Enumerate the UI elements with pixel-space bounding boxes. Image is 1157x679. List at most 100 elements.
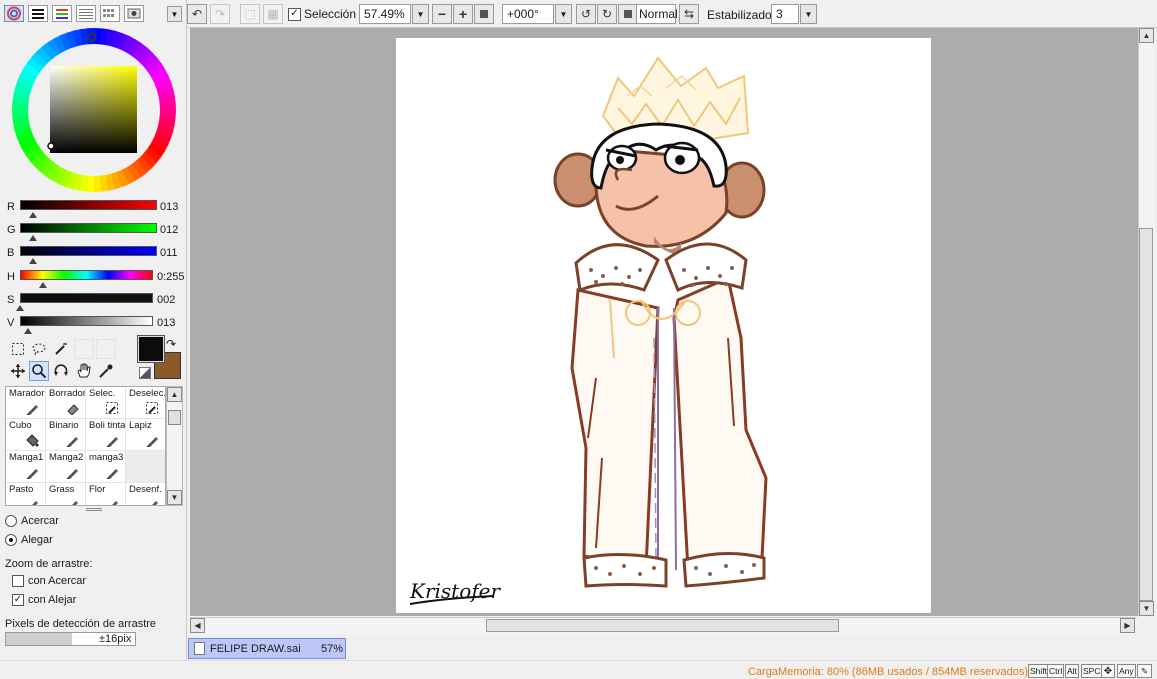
drag-zoom-out-checkbox[interactable]: ✓ [12, 594, 24, 606]
brush-borrador[interactable]: Borrador [46, 387, 86, 419]
square-icon [480, 10, 488, 18]
move-tool[interactable] [8, 361, 28, 381]
stabilizer-dropdown[interactable]: ▼ [800, 4, 817, 24]
empty-brush-slot [126, 451, 165, 483]
rotate-tool[interactable] [51, 361, 71, 381]
v-value: 013 [157, 317, 176, 329]
zoom-dropdown[interactable]: ▼ [412, 4, 429, 24]
stabilizer-field[interactable]: 3 [771, 4, 799, 24]
rotation-dropdown[interactable]: ▼ [555, 4, 572, 24]
selection-checkbox[interactable]: ✓ [288, 7, 301, 21]
rotation-reset-button[interactable] [618, 4, 638, 24]
brush-manga1[interactable]: Manga1 [6, 451, 46, 483]
zoom-out-radio[interactable] [5, 534, 17, 546]
brush-pasto[interactable]: Pasto [6, 483, 46, 505]
brush-flor[interactable]: Flor [86, 483, 126, 505]
scroll-right-button[interactable]: ▶ [1120, 618, 1135, 633]
brush-label: Cubo [9, 420, 32, 431]
drag-zoom-out-option[interactable]: ✓ con Alejar [12, 594, 76, 606]
select-brush-icon [106, 402, 118, 414]
hsv-slider-tab[interactable] [52, 5, 72, 22]
drag-zoom-in-option[interactable]: con Acercar [12, 575, 86, 587]
redo-icon: ↷ [214, 7, 226, 21]
brush-label: manga3 [89, 452, 124, 463]
document-tab[interactable]: FELIPE DRAW.sai 57% [188, 638, 346, 659]
primary-color-swatch[interactable] [137, 335, 165, 363]
brush-lapiz[interactable]: Lapiz [126, 419, 165, 451]
brush-label: Pasto [9, 484, 34, 495]
scroll-down-button[interactable]: ▼ [167, 490, 182, 505]
s-slider[interactable]: S 002 [0, 293, 187, 315]
horizontal-scrollbar[interactable]: ◀ ▶ [190, 617, 1137, 634]
panel-menu-dropdown[interactable]: ▼ [167, 6, 182, 22]
shift-key-indicator: Shift [1028, 664, 1050, 678]
zoom-in-option[interactable]: Acercar [5, 515, 59, 527]
hand-tool[interactable] [74, 361, 94, 381]
binary-pen-icon [66, 437, 78, 447]
brush-manga2[interactable]: Manga2 [46, 451, 86, 483]
drag-zoom-in-checkbox[interactable] [12, 575, 24, 587]
zoom-reset-button[interactable] [474, 4, 494, 24]
eyedropper-tool[interactable] [96, 361, 116, 381]
r-label: R [7, 201, 15, 213]
scroll-left-button[interactable]: ◀ [190, 618, 205, 633]
lasso-tool[interactable] [29, 339, 49, 359]
v-slider[interactable]: V 013 [0, 316, 187, 338]
rotate-cw-button[interactable]: ↻ [597, 4, 617, 24]
g-slider[interactable]: G 012 [0, 223, 187, 245]
brush-boli-tinta[interactable]: Boli tinta [86, 419, 126, 451]
brush-manga3[interactable]: manga3 [86, 451, 126, 483]
reset-colors-icon[interactable] [139, 367, 151, 379]
swatch-tab[interactable] [76, 5, 96, 22]
h-slider[interactable]: H 0:255 [0, 270, 187, 292]
undo-button[interactable]: ↶ [187, 4, 207, 24]
color-wheel[interactable] [10, 26, 178, 194]
b-slider[interactable]: B 011 [0, 246, 187, 268]
color-wheel-tab[interactable] [4, 5, 24, 22]
selection-toggle[interactable]: ✓ Selección [288, 7, 356, 21]
brush-marador[interactable]: Marador [6, 387, 46, 419]
zoom-tool[interactable] [29, 361, 49, 381]
brush-selec[interactable]: Selec. [86, 387, 126, 419]
r-slider[interactable]: R 013 [0, 200, 187, 222]
drag-zoom-in-label: con Acercar [28, 575, 87, 587]
zoom-out-button[interactable]: − [432, 4, 452, 24]
rect-select-tool[interactable] [8, 339, 28, 359]
swap-colors-icon[interactable]: ↷ [166, 337, 176, 351]
vertical-scrollbar[interactable]: ▲ ▼ [1138, 28, 1154, 616]
palette-tab[interactable] [100, 5, 120, 22]
zoom-in-button[interactable]: + [453, 4, 473, 24]
invert-selection-button[interactable]: ▦ [263, 4, 283, 24]
canvas-viewport[interactable]: Kristofer [190, 28, 1138, 616]
brush-deselec[interactable]: Deselec. [126, 387, 165, 419]
rgb-slider-tab[interactable] [28, 5, 48, 22]
scroll-down-button[interactable]: ▼ [1139, 601, 1154, 616]
deselect-button[interactable]: ⬚ [240, 4, 260, 24]
canvas-paper[interactable]: Kristofer [396, 38, 931, 613]
left-panel: R 013 G 012 B 011 H 0:255 S 002 V 013 ↷ … [0, 0, 187, 660]
view-mode-field[interactable]: Normal [636, 4, 678, 24]
zoom-field[interactable]: 57.49% [359, 4, 411, 24]
panel-resize-grip[interactable] [86, 508, 102, 511]
zoom-in-radio[interactable] [5, 515, 17, 527]
brush-grass[interactable]: Grass [46, 483, 86, 505]
redo-button[interactable]: ↷ [210, 4, 230, 24]
flip-view-button[interactable]: ⇆ [679, 4, 699, 24]
brush-palette-scrollbar[interactable]: ▲ ▼ [166, 386, 183, 506]
drag-pixels-slider[interactable]: ±16pix [5, 632, 136, 646]
vertical-scroll-thumb[interactable] [1139, 228, 1153, 601]
scroll-thumb[interactable] [168, 410, 181, 425]
scroll-up-button[interactable]: ▲ [167, 387, 182, 402]
brush-desenf[interactable]: Desenf. [126, 483, 165, 505]
zoom-out-option[interactable]: Alegar [5, 534, 53, 546]
rotation-field[interactable]: +000° [502, 4, 554, 24]
brush-cubo[interactable]: Cubo [6, 419, 46, 451]
selection-label: Selección [304, 7, 357, 21]
brush-label: Manga2 [49, 452, 84, 463]
brush-binario[interactable]: Binario [46, 419, 86, 451]
scratchpad-tab[interactable] [124, 5, 144, 22]
horizontal-scroll-thumb[interactable] [486, 619, 839, 632]
magic-wand-tool[interactable] [51, 339, 71, 359]
rotate-ccw-button[interactable]: ↺ [576, 4, 596, 24]
scroll-up-button[interactable]: ▲ [1139, 28, 1154, 43]
